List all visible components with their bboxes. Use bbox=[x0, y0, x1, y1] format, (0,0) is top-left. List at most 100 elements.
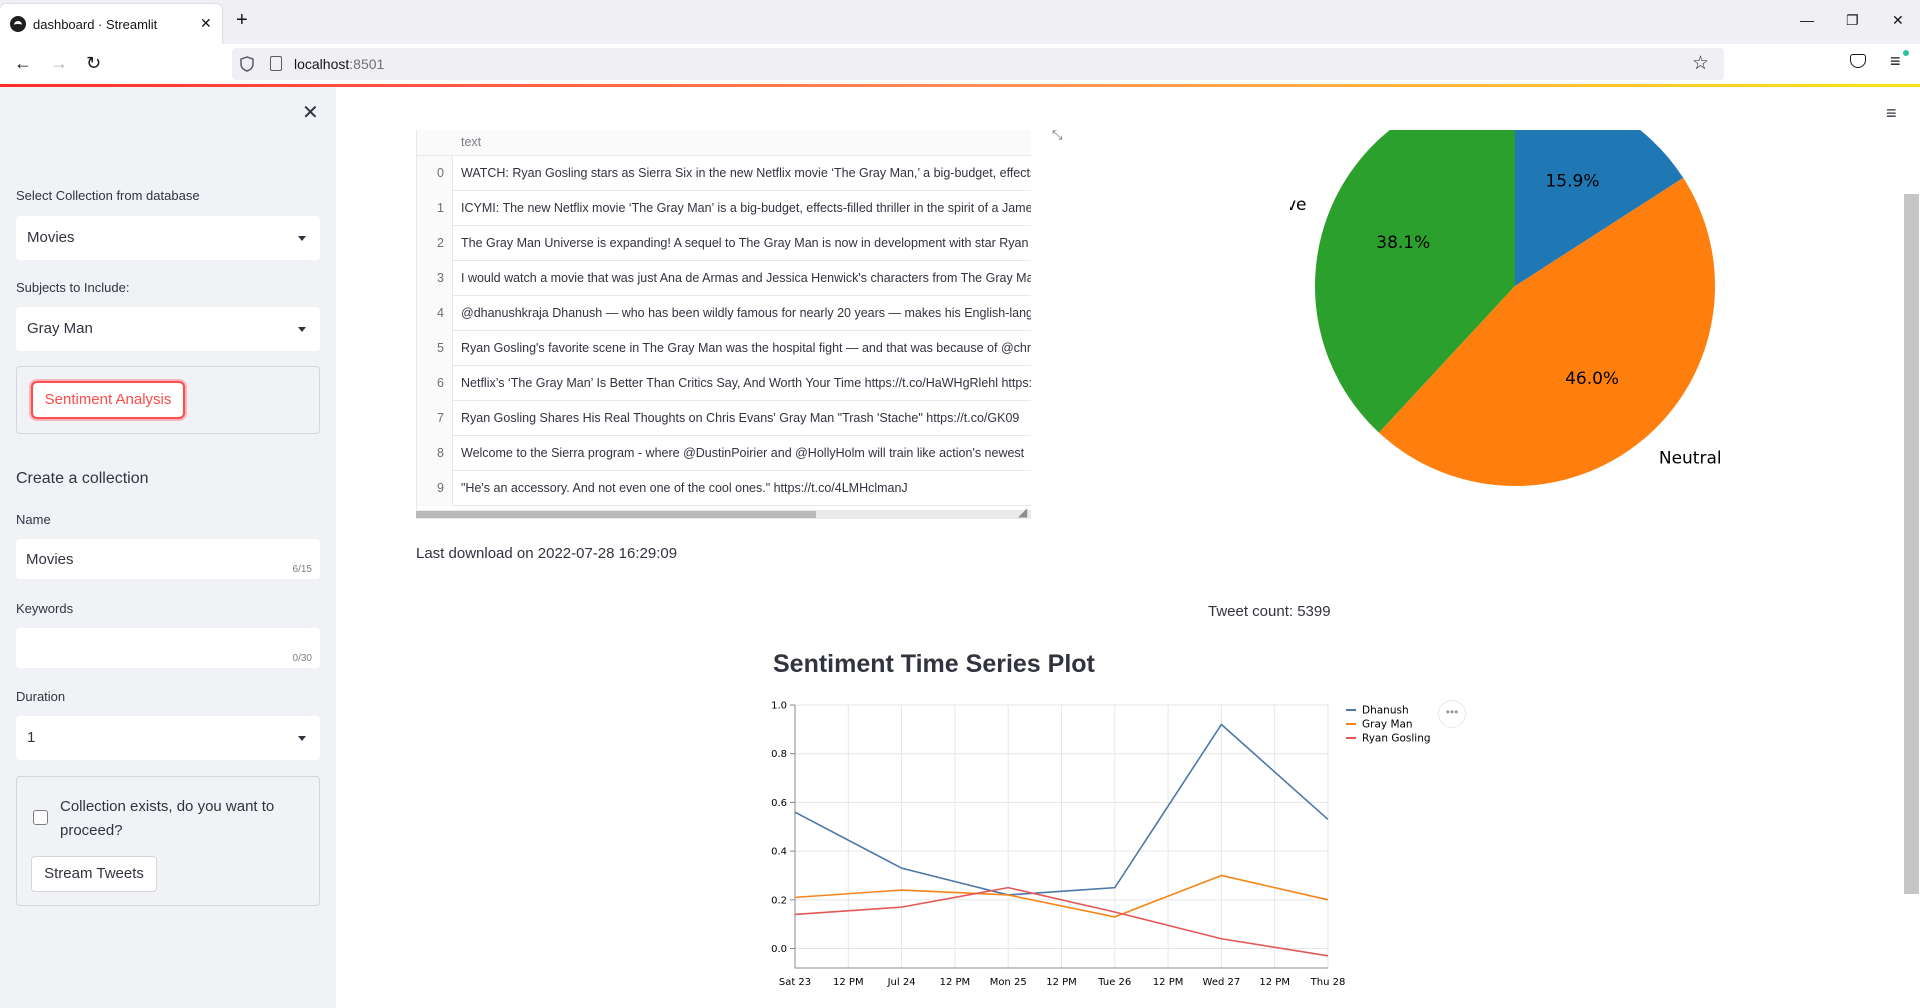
stream-tweets-button[interactable]: Stream Tweets bbox=[31, 856, 157, 892]
tweet-count-text: Tweet count: 5399 bbox=[1208, 603, 1331, 620]
y-tick-label: 0.2 bbox=[771, 895, 787, 906]
x-tick-label: 12 PM bbox=[833, 977, 864, 988]
proceed-checkbox[interactable] bbox=[33, 810, 48, 825]
window-restore-icon[interactable]: ❐ bbox=[1846, 12, 1859, 29]
legend-label[interactable]: Ryan Gosling bbox=[1362, 733, 1431, 745]
x-tick-label: Thu 28 bbox=[1310, 977, 1346, 988]
table-row[interactable]: 2 The Gray Man Universe is expanding! A s… bbox=[417, 226, 1031, 261]
sidebar-close-icon[interactable]: ✕ bbox=[302, 100, 319, 125]
name-char-count: 6/15 bbox=[292, 564, 312, 575]
pie-percent-label: 46.0% bbox=[1565, 369, 1619, 389]
page-scrollbar-thumb[interactable] bbox=[1904, 194, 1919, 894]
row-text-cell[interactable]: Welcome to the Sierra program - where @D… bbox=[461, 436, 1024, 471]
x-tick-label: 12 PM bbox=[1153, 977, 1184, 988]
subjects-select[interactable]: Gray Man bbox=[16, 307, 320, 351]
row-index: 0 bbox=[417, 156, 453, 191]
page-icon bbox=[270, 56, 282, 71]
sentiment-time-series-chart[interactable]: Sat 23 12 PM Jul 24 12 PM Mon 25 12 PM Tue 26 1… bbox=[760, 690, 1480, 1008]
y-tick-label: 1.0 bbox=[771, 701, 787, 712]
row-text-cell[interactable]: WATCH: Ryan Gosling stars as Sierra Six … bbox=[461, 156, 1031, 191]
table-horizontal-scrollbar[interactable] bbox=[416, 510, 1031, 519]
row-index: 9 bbox=[417, 471, 453, 506]
y-tick-label: 0.6 bbox=[771, 798, 787, 809]
row-text-cell[interactable]: "He's an accessory. And not even one of … bbox=[461, 471, 908, 506]
name-label: Name bbox=[16, 512, 51, 527]
x-tick-label: Wed 27 bbox=[1203, 977, 1241, 988]
tweets-dataframe[interactable]: text 0 WATCH: Ryan Gosling stars as Sierr… bbox=[416, 130, 1031, 519]
bookmark-star-icon[interactable]: ☆ bbox=[1692, 52, 1709, 75]
fullscreen-expand-icon[interactable]: ⤡ bbox=[1052, 127, 1062, 143]
table-row[interactable]: 8 Welcome to the Sierra program - where @… bbox=[417, 436, 1031, 471]
browser-menu-icon[interactable]: ≡ bbox=[1890, 51, 1901, 72]
keywords-label: Keywords bbox=[16, 601, 74, 616]
x-tick-label: 12 PM bbox=[940, 977, 971, 988]
pocket-icon[interactable] bbox=[1850, 54, 1866, 68]
y-tick-label: 0.4 bbox=[771, 847, 787, 858]
sidebar: ✕ Select Collection from database Movies… bbox=[0, 87, 336, 1008]
x-tick-label: Sat 23 bbox=[779, 977, 811, 988]
table-row[interactable]: 1 ICYMI: The new Netflix movie ‘The Gray … bbox=[417, 191, 1031, 226]
app-menu-icon[interactable]: ≡ bbox=[1886, 103, 1897, 124]
duration-select-value: 1 bbox=[27, 729, 36, 746]
new-tab-icon[interactable]: + bbox=[236, 10, 248, 30]
url-text[interactable]: localhost:8501 bbox=[294, 56, 384, 72]
proceed-checkbox-label[interactable]: Collection exists, do you want to procee… bbox=[60, 795, 300, 843]
row-index: 6 bbox=[417, 366, 453, 401]
window-minimize-icon[interactable]: — bbox=[1800, 12, 1814, 28]
window-close-icon[interactable]: ✕ bbox=[1892, 12, 1904, 29]
table-row[interactable]: 6 Netflix’s ‘The Gray Man’ Is Better Than… bbox=[417, 366, 1031, 401]
column-header-text[interactable]: text bbox=[461, 135, 481, 149]
tab-title: dashboard · Streamlit bbox=[33, 17, 158, 32]
chevron-down-icon bbox=[298, 327, 306, 332]
table-row[interactable]: 3I would watch a movie that was just Ana… bbox=[417, 261, 1031, 296]
chart-more-options-icon[interactable]: ••• bbox=[1438, 700, 1466, 728]
x-tick-label: Tue 26 bbox=[1097, 977, 1131, 988]
browser-tab[interactable]: dashboard · Streamlit ✕ bbox=[0, 4, 222, 44]
x-tick-label: Mon 25 bbox=[990, 977, 1027, 988]
url-bar[interactable]: localhost:8501 ☆ bbox=[232, 48, 1724, 80]
row-text-cell[interactable]: Ryan Gosling's favorite scene in The Gra… bbox=[461, 331, 1031, 366]
resize-handle-icon[interactable]: ◢ bbox=[1018, 505, 1027, 519]
row-index: 3 bbox=[417, 261, 453, 296]
row-text-cell[interactable]: @dhanushkraja Dhanush — who has been wil… bbox=[461, 296, 1031, 331]
row-text-cell[interactable]: Ryan Gosling Shares His Real Thoughts on… bbox=[461, 401, 1019, 436]
table-header: text bbox=[417, 130, 1031, 156]
row-index: 7 bbox=[417, 401, 453, 436]
x-tick-label: 12 PM bbox=[1046, 977, 1077, 988]
subjects-label: Subjects to Include: bbox=[16, 280, 130, 295]
row-text-cell[interactable]: I would watch a movie that was just Ana … bbox=[461, 261, 1031, 296]
row-text-cell[interactable]: The Gray Man Universe is expanding! A se… bbox=[461, 226, 1031, 261]
y-tick-label: 0.0 bbox=[771, 944, 787, 955]
back-arrow-icon[interactable]: ← bbox=[14, 53, 32, 74]
sentiment-analysis-button[interactable]: Sentiment Analysis bbox=[31, 381, 185, 419]
legend-label[interactable]: Dhanush bbox=[1362, 705, 1409, 717]
last-download-text: Last download on 2022-07-28 16:29:09 bbox=[416, 545, 678, 562]
stream-form: Collection exists, do you want to procee… bbox=[16, 776, 320, 906]
table-row[interactable]: 5 Ryan Gosling's favorite scene in The Gr… bbox=[417, 331, 1031, 366]
row-index: 8 bbox=[417, 436, 453, 471]
table-row[interactable]: 0 WATCH: Ryan Gosling stars as Sierra Six… bbox=[417, 156, 1031, 191]
shield-icon[interactable] bbox=[240, 56, 254, 72]
table-row[interactable]: 4 @dhanushkraja Dhanush — who has been wi… bbox=[417, 296, 1031, 331]
legend-label[interactable]: Gray Man bbox=[1362, 719, 1413, 731]
pie-percent-label: 15.9% bbox=[1545, 172, 1599, 192]
chevron-down-icon bbox=[298, 736, 306, 741]
collection-select[interactable]: Movies bbox=[16, 216, 320, 260]
url-port: :8501 bbox=[349, 56, 385, 72]
y-tick-label: 0.8 bbox=[771, 749, 787, 760]
name-input[interactable]: Movies 6/15 bbox=[16, 539, 320, 579]
streamlit-favicon-icon bbox=[10, 16, 26, 32]
keywords-input[interactable]: 0/30 bbox=[16, 628, 320, 668]
table-row[interactable]: 9 "He's an accessory. And not even one of… bbox=[417, 471, 1031, 506]
row-text-cell[interactable]: Netflix’s ‘The Gray Man’ Is Better Than … bbox=[461, 366, 1031, 401]
duration-select[interactable]: 1 bbox=[16, 716, 320, 760]
tab-close-icon[interactable]: ✕ bbox=[200, 15, 212, 32]
table-row[interactable]: 7 Ryan Gosling Shares His Real Thoughts o… bbox=[417, 401, 1031, 436]
pie-category-label: Neutral bbox=[1659, 449, 1722, 469]
table-scrollbar-thumb[interactable] bbox=[416, 511, 816, 518]
reload-icon[interactable]: ↻ bbox=[86, 53, 101, 74]
collection-label: Select Collection from database bbox=[16, 188, 200, 203]
row-index: 2 bbox=[417, 226, 453, 261]
forward-arrow-icon[interactable]: → bbox=[50, 53, 68, 74]
row-text-cell[interactable]: ICYMI: The new Netflix movie ‘The Gray M… bbox=[461, 191, 1031, 226]
